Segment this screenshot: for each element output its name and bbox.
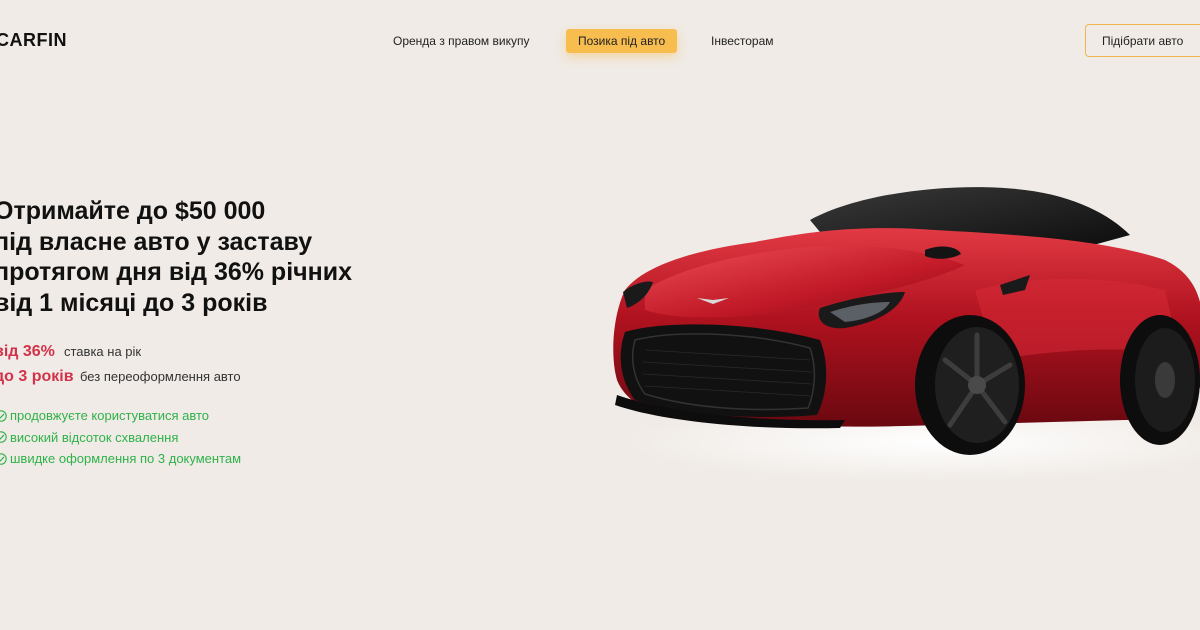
headline-line: під власне авто у заставу xyxy=(0,227,313,256)
loan-stats: від 36% ставка на рік до 3 років без пер… xyxy=(0,339,241,389)
hero-headline: Отримайте до $50 000 під власне авто у з… xyxy=(0,196,414,318)
nav-item-car-loan[interactable]: Позика під авто xyxy=(566,29,678,53)
headline-line: від 1 місяці до 3 років xyxy=(0,288,268,317)
stat-rate: від 36% ставка на рік xyxy=(0,339,241,364)
red-sports-car-icon xyxy=(613,187,1200,482)
check-circle-icon xyxy=(0,431,7,443)
benefit-text: високий відсоток схвалення xyxy=(10,429,179,445)
benefit-item: швидке оформлення по 3 документам xyxy=(0,448,241,470)
nav-item-rent-to-own[interactable]: Оренда з правом викупу xyxy=(393,29,529,53)
check-circle-icon xyxy=(0,453,7,465)
benefit-item: продовжуєте користуватися авто xyxy=(0,405,241,427)
stat-term: до 3 років без переоформлення авто xyxy=(0,364,241,389)
check-circle-icon xyxy=(0,410,7,422)
car-image xyxy=(605,180,1200,482)
benefits-list: продовжуєте користуватися авто високий в… xyxy=(0,405,241,470)
landing-page: CARFIN Оренда з правом викупу Позика під… xyxy=(0,0,1200,630)
stat-label: ставка на рік xyxy=(64,344,142,359)
stat-value: до 3 років xyxy=(0,367,74,385)
headline-line: Отримайте до $50 000 xyxy=(0,197,266,225)
stat-value: від 36% xyxy=(0,342,55,360)
benefit-item: високий відсоток схвалення xyxy=(0,427,241,449)
pick-car-button[interactable]: Підібрати авто xyxy=(1085,24,1200,57)
main-nav: Оренда з правом викупу Позика під авто І… xyxy=(0,29,1200,53)
nav-item-investors[interactable]: Інвесторам xyxy=(711,29,774,53)
stat-label: без переоформлення авто xyxy=(80,369,241,384)
benefit-text: продовжуєте користуватися авто xyxy=(10,408,210,424)
benefit-text: швидке оформлення по 3 документам xyxy=(10,451,242,467)
headline-line: протягом дня від 36% річних xyxy=(0,258,353,286)
